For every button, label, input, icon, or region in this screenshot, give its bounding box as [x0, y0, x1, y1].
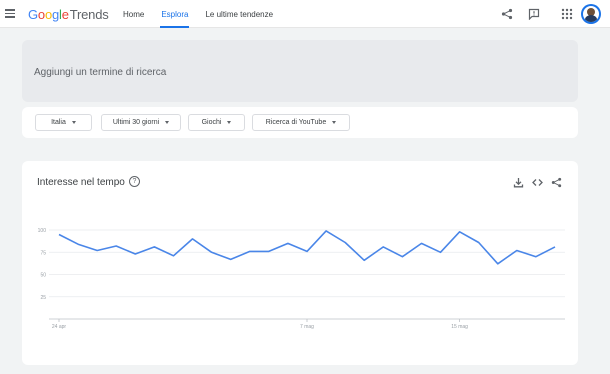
- logo-letter: o: [37, 7, 45, 22]
- search-type-dropdown[interactable]: Ricerca di YouTube: [252, 114, 350, 131]
- nav-tab-esplora[interactable]: Esplora: [160, 0, 190, 28]
- time-range-dropdown[interactable]: Ultimi 30 giorni: [101, 114, 181, 131]
- google-trends-logo[interactable]: GoogleTrends: [28, 7, 109, 22]
- series-line: [58, 230, 556, 265]
- interest-over-time-chart: 10075502524 apr7 mag15 mag23 mag: [38, 228, 565, 330]
- dropdown-arrow-icon: [165, 121, 170, 124]
- y-tick-label: 50: [40, 273, 46, 279]
- category-dropdown-label: Giochi: [201, 119, 222, 126]
- time-range-dropdown-label: Ultimi 30 giorni: [112, 119, 160, 126]
- dropdown-arrow-icon: [332, 121, 337, 124]
- nav-tab-home[interactable]: Home: [123, 0, 144, 28]
- search-placeholder: Aggiungi un termine di ricerca: [34, 67, 167, 78]
- dropdown-arrow-icon: [71, 121, 76, 124]
- avatar[interactable]: [581, 4, 601, 24]
- search-type-dropdown-label: Ricerca di YouTube: [265, 119, 327, 126]
- menu-icon[interactable]: [5, 9, 15, 18]
- feedback-icon[interactable]: [528, 8, 540, 20]
- interest-over-time-card: Interesse nel tempo ? 100 75 50 25 24 apr 7 m…: [22, 161, 578, 365]
- google-wordmark: Google: [28, 7, 69, 22]
- logo-letter: g: [51, 7, 60, 22]
- x-tick-label: 15 mag: [451, 324, 468, 330]
- nav-tab-le-ultime-tendenze[interactable]: Le ultime tendenze: [205, 0, 273, 28]
- category-dropdown[interactable]: Giochi: [188, 114, 245, 131]
- x-tick-label: 7 mag: [300, 324, 314, 330]
- y-tick-label: 75: [40, 250, 46, 256]
- search-input[interactable]: Aggiungi un termine di ricerca: [22, 40, 578, 102]
- country-dropdown-label: Italia: [51, 119, 66, 126]
- logo-letter: e: [61, 7, 69, 22]
- dropdown-arrow-icon: [227, 121, 232, 124]
- main-nav: Home Esplora Le ultime tendenze: [123, 0, 290, 28]
- apps-icon[interactable]: [561, 8, 573, 20]
- country-dropdown[interactable]: Italia: [35, 114, 92, 131]
- y-tick-label: 25: [40, 295, 46, 301]
- logo-letter: o: [44, 7, 52, 22]
- x-tick-label: 24 apr: [52, 324, 67, 330]
- top-bar: GoogleTrends Home Esplora Le ultime tend…: [0, 0, 610, 28]
- share-icon[interactable]: [501, 8, 513, 20]
- filters-bar: Italia Ultimi 30 giorni Giochi Ricerca d…: [22, 107, 578, 138]
- trends-wordmark: Trends: [69, 7, 109, 22]
- y-tick-label: 100: [38, 228, 47, 234]
- logo-letter: G: [28, 7, 38, 22]
